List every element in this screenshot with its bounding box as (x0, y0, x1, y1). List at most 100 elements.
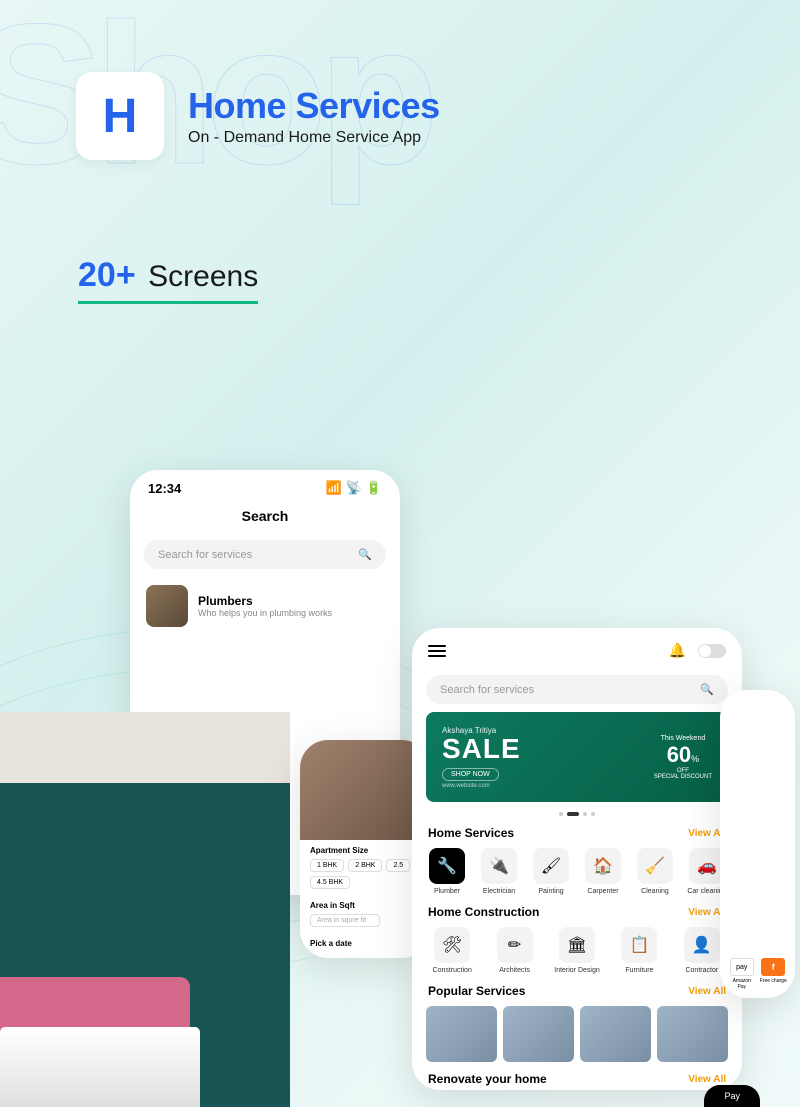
screens-counter: 20+ Screens (78, 256, 258, 304)
date-section: Pick a date (300, 933, 430, 958)
category-icon: 🏠 (585, 848, 621, 884)
pay-button[interactable]: Pay (704, 1085, 760, 1107)
search-placeholder: Search for services (440, 684, 534, 696)
search-input[interactable]: Search for services 🔍 (426, 675, 728, 704)
status-time: 12:34 (148, 481, 181, 496)
category-item[interactable]: 🛠 Construction (422, 927, 482, 974)
category-label: Furniture (609, 967, 669, 974)
battery-icon: 🔋 (366, 480, 382, 496)
search-placeholder: Search for services (158, 549, 252, 561)
screens-label: Screens (148, 260, 258, 293)
category-item[interactable]: 🧹Cleaning (630, 848, 680, 895)
section-title: Pick a date (310, 939, 420, 948)
category-icon: 📋 (621, 927, 657, 963)
screen-title: Search (130, 500, 400, 532)
category-row-construction: 🛠 Construction ✏ Architects 🏛 Interior Design… (412, 923, 742, 978)
notification-icon[interactable]: 🔔 (669, 642, 686, 659)
category-label: Electrician (474, 888, 524, 895)
discount-percent: 60 (667, 742, 691, 767)
promo-banner[interactable]: Akshaya Tritiya SALE SHOP NOW www.websit… (426, 712, 728, 802)
payment-amazon-icon[interactable]: pay (730, 958, 754, 976)
section-header: Popular Services View All (412, 978, 742, 1002)
view-all-link[interactable]: View All (688, 986, 726, 997)
chip-25bhk[interactable]: 2.5 (386, 859, 410, 872)
size-chips: 1 BHK 2 BHK 2.5 (310, 859, 420, 872)
signal-icon: 📶 (325, 480, 341, 496)
search-icon[interactable]: 🔍 (700, 683, 714, 696)
status-bar: 12:34 📶 📡 🔋 (130, 470, 400, 500)
category-item[interactable]: 🏠 Carpenter (578, 848, 628, 895)
category-item[interactable]: ✏ Architects (484, 927, 544, 974)
logo-box: H (76, 72, 164, 160)
category-label: Cleaning (630, 888, 680, 895)
category-icon: 👤 (684, 927, 720, 963)
section-header: Home Services View All (412, 820, 742, 844)
category-icon: ✏ (497, 927, 533, 963)
banner-left: Akshaya Tritiya SALE SHOP NOW www.websit… (442, 726, 521, 789)
payment-freecharge-icon[interactable]: f (761, 958, 785, 976)
popular-service-card[interactable] (503, 1006, 574, 1062)
shop-now-button[interactable]: SHOP NOW (442, 768, 499, 781)
theme-toggle[interactable] (698, 644, 726, 658)
category-item[interactable]: 🖌 Painting (526, 848, 576, 895)
banner-right: This Weekend 60% OFF SPECIAL DISCOUNT (654, 735, 712, 780)
section-title: Home Construction (428, 905, 539, 919)
category-label: Construction (422, 967, 482, 974)
category-icon: 🏛 (559, 927, 595, 963)
popular-service-card[interactable] (580, 1006, 651, 1062)
popular-service-card[interactable] (657, 1006, 728, 1062)
category-item[interactable]: 🏛 Interior Design (547, 927, 607, 974)
banner-url: www.website.com (442, 783, 521, 789)
hero-header: H Home Services On - Demand Home Service… (76, 72, 440, 160)
category-label: Architects (484, 967, 544, 974)
section-header: Home Construction View All (412, 899, 742, 923)
title-block: Home Services On - Demand Home Service A… (188, 85, 440, 147)
category-item[interactable]: 🔧 Plumber (422, 848, 472, 895)
banner-discount-label: SPECIAL DISCOUNT (654, 774, 712, 780)
apartment-size-section: Apartment Size 1 BHK 2 BHK 2.5 4.5 BHK (300, 840, 430, 895)
screens-number: 20+ (78, 256, 136, 294)
popular-service-card[interactable] (426, 1006, 497, 1062)
mockup-detail-screen: Apartment Size 1 BHK 2 BHK 2.5 4.5 BHK A… (300, 740, 430, 958)
home-topbar: 🔔 (412, 628, 742, 667)
category-icon: 🔌 (481, 848, 517, 884)
category-icon: 🔧 (429, 848, 465, 884)
mockup-home-screen: 🔔 Search for services 🔍 Akshaya Tritiya … (412, 628, 742, 1090)
category-icon: 🛠 (434, 927, 470, 963)
wifi-icon: 📡 (346, 480, 362, 496)
list-item-text: Plumbers Who helps you in plumbing works (198, 594, 332, 618)
area-input[interactable]: Area in squre fit (310, 914, 380, 927)
chip-45bhk[interactable]: 4.5 BHK (310, 876, 350, 889)
chip-1bhk[interactable]: 1 BHK (310, 859, 344, 872)
chip-2bhk[interactable]: 2 BHK (348, 859, 382, 872)
room-interior-image (0, 712, 290, 1107)
category-row-services: 🔧 Plumber 🔌 Electrician 🖌 Painting 🏠 Carpenter🧹… (412, 844, 742, 899)
area-section: Area in Sqft Area in squre fit (300, 895, 430, 933)
category-label: Painting (526, 888, 576, 895)
logo-letter: H (103, 89, 138, 144)
category-item[interactable]: 📋 Furniture (609, 927, 669, 974)
search-icon[interactable]: 🔍 (358, 548, 372, 561)
banner-sale-text: SALE (442, 735, 521, 763)
section-title: Popular Services (428, 984, 525, 998)
banner-occasion: Akshaya Tritiya (442, 726, 521, 735)
category-icon: 🖌 (533, 848, 569, 884)
status-icons: 📶 📡 🔋 (325, 480, 382, 496)
section-title: Apartment Size (310, 846, 420, 855)
category-label: Plumber (422, 888, 472, 895)
category-label: Interior Design (547, 967, 607, 974)
category-item[interactable]: 🔌 Electrician (474, 848, 524, 895)
list-item[interactable]: Plumbers Who helps you in plumbing works (130, 577, 400, 635)
category-label: Carpenter (578, 888, 628, 895)
section-header: Renovate your home View All (412, 1066, 742, 1090)
detail-hero-image (300, 740, 430, 840)
view-all-link[interactable]: View All (688, 1074, 726, 1085)
topbar-actions: 🔔 (669, 642, 726, 659)
carousel-dots[interactable] (412, 808, 742, 820)
section-title: Home Services (428, 826, 514, 840)
search-input[interactable]: Search for services 🔍 (144, 540, 386, 569)
payment-label: Amazon Pay (728, 978, 756, 990)
menu-icon[interactable] (428, 645, 446, 657)
section-title: Renovate your home (428, 1072, 547, 1086)
service-thumbnail (146, 585, 188, 627)
